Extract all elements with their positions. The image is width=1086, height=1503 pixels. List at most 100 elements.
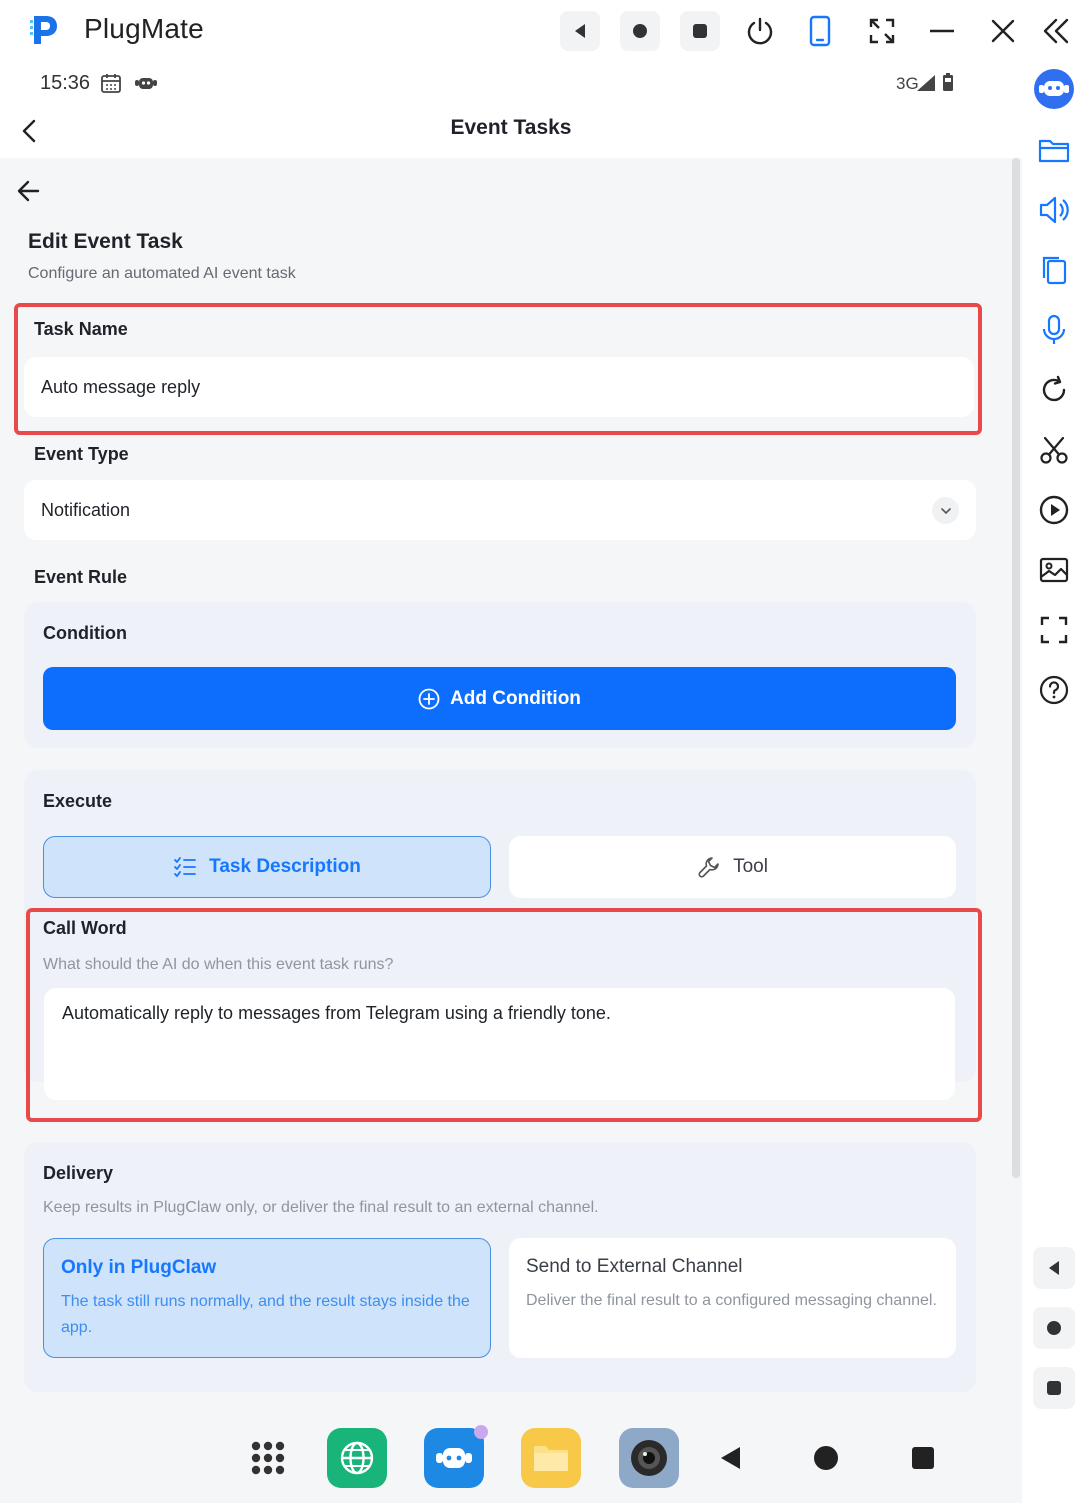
square-icon [693,24,707,38]
delivery-option-external[interactable]: Send to External Channel Deliver the fin… [509,1238,956,1358]
window-titlebar: PlugMate [0,0,1086,62]
help-icon [1039,675,1069,705]
tab-task-description-label: Task Description [209,856,361,877]
refresh-icon [1042,375,1066,402]
side-recents-button[interactable] [1033,1367,1075,1409]
arrow-left-icon [17,180,40,202]
device-home-button[interactable] [620,11,660,51]
record-button[interactable] [1033,489,1075,531]
delivery-option-plugclaw[interactable]: Only in PlugClaw The task still runs nor… [43,1238,491,1358]
tab-tool[interactable]: Tool [509,836,956,898]
taskbar-dock [0,1414,1022,1503]
minus-icon [930,29,954,33]
delivery-option-title: Send to External Channel [526,1256,743,1277]
form-back-button[interactable] [16,178,42,209]
power-button[interactable] [740,11,780,51]
app-drawer-button[interactable] [238,1428,298,1488]
battery-icon [943,73,953,91]
device-screen: 15:36 3G Event Tasks Edit Event Task Con… [0,62,1022,1503]
execute-title: Execute [43,791,113,811]
volume-button[interactable] [1033,189,1075,231]
add-condition-button[interactable]: Add Condition [43,667,956,730]
call-word-hint: What should the AI do when this event ta… [43,956,394,973]
device-recents-button[interactable] [680,11,720,51]
triangle-left-icon [721,1447,740,1469]
event-type-select[interactable]: Notification [24,480,976,540]
refresh-button[interactable] [1033,369,1075,411]
scrollbar-thumb[interactable] [1012,158,1020,1178]
double-chevron-left-icon [1043,18,1069,44]
play-circle-icon [1039,495,1069,525]
close-icon [991,19,1015,43]
square-icon [1047,1381,1061,1395]
plugclaw-app-icon[interactable] [424,1425,488,1488]
folder-icon [1038,139,1070,163]
folder-button[interactable] [1033,129,1075,171]
screenshot-cut-button[interactable] [1033,429,1075,471]
event-rule-label: Event Rule [34,567,128,587]
nav-back-button[interactable] [700,1428,760,1488]
status-time: 15:36 [40,72,91,94]
side-back-button[interactable] [1033,1247,1075,1289]
copy-button[interactable] [1033,249,1075,291]
triangle-left-icon [1049,1261,1059,1275]
circle-icon [633,24,647,38]
event-type-value: Notification [41,499,131,520]
minimize-button[interactable] [922,11,962,51]
call-word-textarea[interactable]: Automatically reply to messages from Tel… [44,988,955,1100]
plus-circle-icon [418,688,440,709]
delivery-option-description: Deliver the final result to a configured… [526,1292,937,1309]
circle-icon [1047,1321,1061,1335]
copy-icon [1042,256,1067,285]
chevron-down-icon [932,497,959,524]
microphone-button[interactable] [1033,309,1075,351]
bot-notification-icon [135,78,157,89]
gallery-button[interactable] [1033,549,1075,591]
files-app-icon[interactable] [521,1428,581,1488]
corners-icon [1040,616,1068,644]
scissors-icon [1040,436,1068,464]
expand-icon [869,18,895,44]
help-button[interactable] [1033,669,1075,711]
nav-home-button[interactable] [796,1428,856,1488]
delivery-hint: Keep results in PlugClaw only, or delive… [43,1199,599,1216]
right-toolbar [1022,62,1086,1503]
add-condition-label: Add Condition [450,687,581,709]
rotate-screen-button[interactable] [800,11,840,51]
side-home-button[interactable] [1033,1307,1075,1349]
camera-app-icon[interactable] [619,1428,679,1488]
condition-card: Condition Add Condition [24,602,976,748]
status-bar: 15:36 3G [0,62,1022,106]
phone-icon [809,15,831,47]
page-title: Edit Event Task [28,230,183,253]
power-icon [747,17,773,45]
checklist-icon [174,857,197,877]
robot-avatar-icon [1034,69,1074,109]
delivery-card: Delivery Keep results in PlugClaw only, … [24,1142,976,1392]
event-type-label: Event Type [34,444,129,464]
plugmate-logo-icon [26,12,62,48]
fit-screen-button[interactable] [1033,609,1075,651]
task-name-input[interactable]: Auto message reply [24,357,974,417]
close-button[interactable] [983,11,1023,51]
delivery-option-title: Only in PlugClaw [61,1257,217,1278]
device-back-button[interactable] [560,11,600,51]
wrench-icon [698,857,719,878]
task-name-label: Task Name [34,319,128,339]
tab-task-description[interactable]: Task Description [43,836,491,898]
nav-recents-button[interactable] [893,1428,953,1488]
microphone-icon [1042,314,1066,344]
speaker-icon [1039,196,1069,224]
delivery-option-description: The task still runs normally, and the re… [61,1293,470,1337]
circle-icon [814,1446,838,1470]
triangle-left-icon [575,24,585,38]
browser-app-icon[interactable] [327,1428,387,1488]
condition-title: Condition [43,623,127,643]
collapse-sidebar-button[interactable] [1036,11,1076,51]
square-icon [912,1447,934,1469]
page-subtitle: Configure an automated AI event task [28,265,296,282]
signal-icon [917,75,935,91]
fullscreen-button[interactable] [862,11,902,51]
assistant-avatar-button[interactable] [1033,68,1075,110]
page-header-title: Event Tasks [450,116,572,139]
